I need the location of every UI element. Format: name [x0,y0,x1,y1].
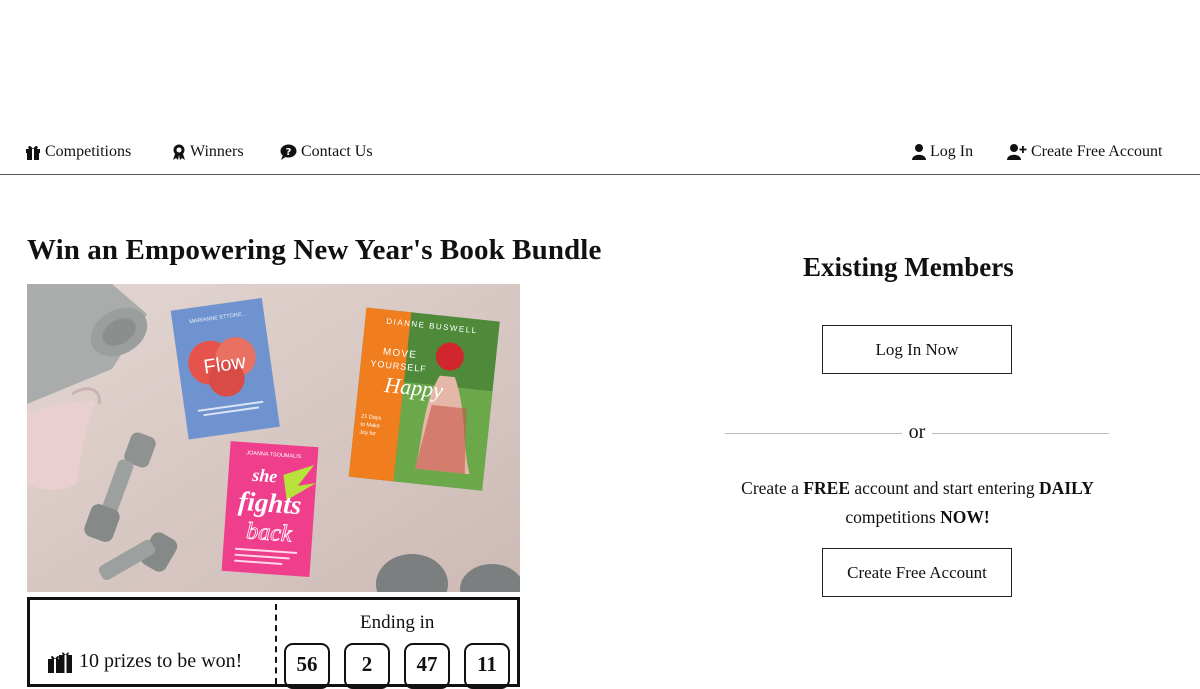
book-flow: MARIANNE ETTORE… Flow [170,297,280,440]
create-free-account-button[interactable]: Create Free Account [822,548,1012,597]
book-bundle-illustration: MARIANNE ETTORE… Flow DIANNE BUSWELL MOV… [27,284,520,592]
nav-winners-label: Winners [190,143,244,160]
nav-create-account[interactable]: Create Free Account [1007,143,1163,161]
main-nav: Competitions Winners ? Contact Us Log In… [0,130,1200,175]
divider [275,604,277,684]
user-icon [912,144,926,160]
svg-text:fights: fights [237,486,302,520]
prizes-count: 10 prizes to be won! [47,650,242,673]
countdown-minutes: 47 [404,643,450,689]
countdown-hours: 2 [344,643,390,689]
login-now-button[interactable]: Log In Now [822,325,1012,374]
promo-free: FREE [803,478,851,498]
prize-info-box: 10 prizes to be won! Ending in 56 2 47 1… [27,597,520,689]
existing-members-heading: Existing Members [803,252,1014,282]
or-label: or [908,421,926,443]
nav-contact-label: Contact Us [301,143,373,160]
or-divider-right [932,433,1109,434]
nav-competitions[interactable]: Competitions [25,143,131,161]
nav-contact[interactable]: ? Contact Us [280,143,373,161]
prizes-text: 10 prizes to be won! [79,650,243,672]
or-divider-left [725,433,902,434]
countdown-days: 56 [284,643,330,689]
signup-promo-text: Create a FREE account and start entering… [700,474,1135,532]
countdown-seconds: 11 [464,643,510,689]
svg-text:she: she [251,465,278,487]
comment-icon: ? [280,144,297,160]
gifts-icon [48,651,72,673]
promo-daily: DAILY [1039,478,1094,498]
nav-login[interactable]: Log In [912,143,973,161]
nav-login-label: Log In [930,143,974,160]
book-move-yourself-happy: DIANNE BUSWELL MOVE YOURSELF Happy 21 Da… [348,307,500,491]
promo-now: NOW! [940,507,990,527]
competition-title: Win an Empowering New Year's Book Bundle [27,234,602,266]
gift-icon [26,145,40,160]
promo-text-2: account and start entering [850,478,1040,498]
svg-text:?: ? [286,147,292,158]
ending-in-label: Ending in [360,612,435,633]
award-icon [173,144,185,160]
svg-text:back: back [245,518,292,547]
competition-image[interactable]: MARIANNE ETTORE… Flow DIANNE BUSWELL MOV… [27,284,520,592]
promo-text-3: competitions [845,507,941,527]
book-she-fights-back: JOANNA TSOUMALIS she fights back [221,441,319,577]
nav-winners[interactable]: Winners [172,143,244,161]
nav-create-account-label: Create Free Account [1031,143,1163,160]
nav-competitions-label: Competitions [45,143,132,160]
user-plus-icon [1007,144,1027,160]
promo-text-1: Create a [741,478,804,498]
